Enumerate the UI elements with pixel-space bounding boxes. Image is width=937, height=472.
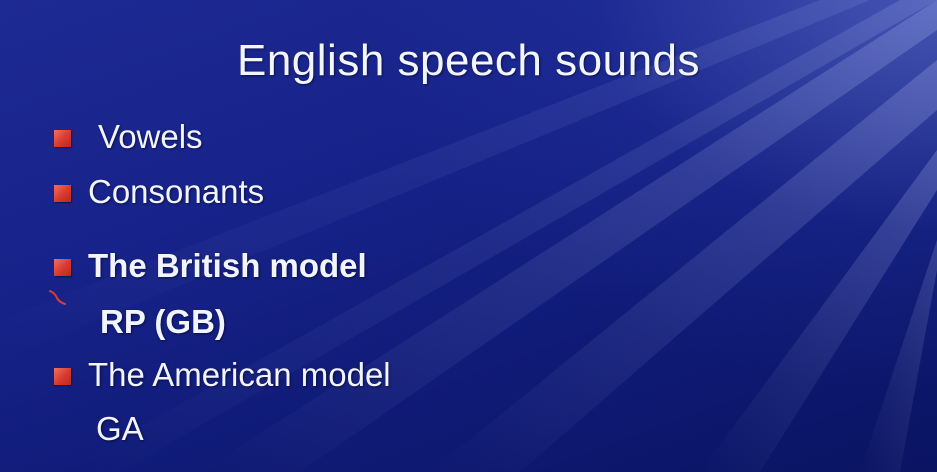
- bullet-label: The British model: [88, 247, 367, 284]
- sub-label: GA: [96, 410, 144, 447]
- square-bullet-icon: [54, 368, 71, 385]
- presentation-slide: English speech sounds Vowels Consonants …: [0, 0, 937, 472]
- bullet-item-american-model: The American model: [0, 356, 480, 396]
- bullet-label: Vowels: [98, 118, 203, 155]
- slide-title: English speech sounds: [236, 36, 701, 85]
- pen-mark-icon: [49, 290, 66, 305]
- sub-item-ga: GA: [0, 410, 200, 450]
- square-bullet-icon: [54, 130, 71, 147]
- sub-label: RP (GB): [100, 303, 226, 340]
- sub-item-rp-gb: RP (GB): [0, 303, 300, 343]
- bullet-item-british-model: The British model: [0, 247, 450, 287]
- square-bullet-icon: [54, 259, 71, 276]
- square-bullet-icon: [54, 185, 71, 202]
- bullet-label: Consonants: [88, 173, 265, 210]
- bullet-item-vowels: Vowels: [0, 118, 400, 158]
- bullet-label: The American model: [88, 356, 391, 393]
- bullet-item-consonants: Consonants: [0, 173, 400, 213]
